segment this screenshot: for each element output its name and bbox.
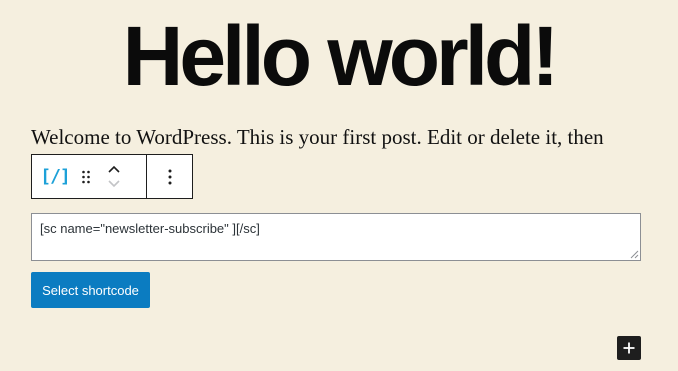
block-options-button[interactable] [167, 155, 173, 198]
toolbar-main-group: [/] [32, 155, 147, 198]
drag-handle[interactable] [78, 155, 94, 198]
move-up-button[interactable] [107, 162, 121, 177]
resize-grip-icon[interactable] [630, 250, 639, 259]
more-vertical-icon [168, 169, 171, 184]
plus-icon [623, 342, 635, 354]
shortcode-textarea[interactable]: [sc name="newsletter-subscribe" ][/sc] [31, 213, 641, 261]
post-title[interactable]: Hello world! [0, 6, 678, 106]
block-type-button[interactable]: [/] [32, 155, 78, 198]
chevron-up-icon [108, 165, 120, 173]
toolbar-options-group [147, 155, 192, 198]
block-mover [94, 155, 134, 198]
shortcode-icon: [/] [40, 166, 70, 187]
shortcode-value: [sc name="newsletter-subscribe" ][/sc] [40, 221, 260, 236]
drag-handle-icon [82, 170, 90, 183]
chevron-down-icon [108, 180, 120, 188]
post-paragraph[interactable]: Welcome to WordPress. This is your first… [31, 123, 604, 151]
block-toolbar: [/] [31, 154, 193, 199]
block-inserter-button[interactable] [617, 336, 641, 360]
move-down-button[interactable] [107, 177, 121, 192]
select-shortcode-button[interactable]: Select shortcode [31, 272, 150, 308]
